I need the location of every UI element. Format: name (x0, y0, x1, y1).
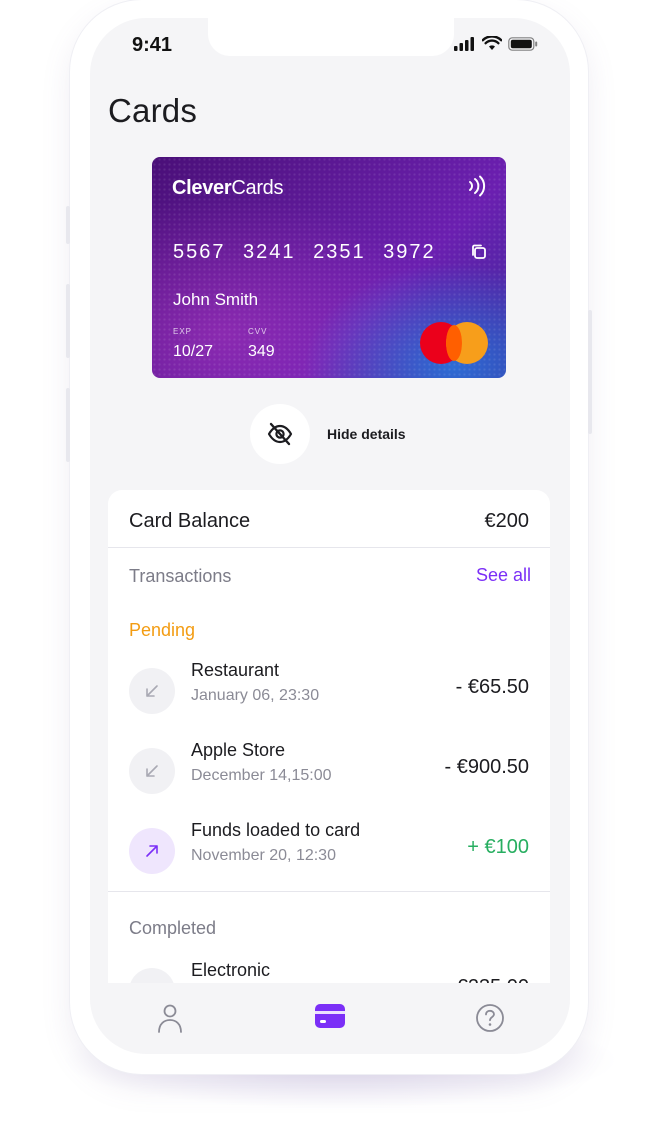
card-balance-label: Card Balance (129, 510, 251, 532)
signal-icon (454, 36, 474, 51)
pending-label: Pending (129, 620, 196, 640)
card-balance-value: €200 (484, 510, 530, 532)
mute-switch (66, 206, 70, 244)
mastercard-logo (420, 322, 488, 364)
exp-label: EXP (173, 327, 193, 336)
arrow-up-right-icon (129, 828, 175, 874)
transaction-date: January 06, 23:30 (191, 687, 320, 704)
card-icon (315, 1004, 345, 1028)
user-icon (158, 1004, 182, 1033)
hide-details-button[interactable] (250, 404, 310, 464)
transaction-title: Apple Store (191, 740, 286, 760)
cvv-value: 349 (248, 343, 275, 360)
notch (208, 18, 454, 56)
balance-divider (108, 547, 550, 548)
exp-value: 10/27 (173, 343, 214, 360)
page-title: Cards (108, 92, 198, 129)
copy-icon[interactable] (470, 243, 488, 261)
volume-up-button (66, 284, 70, 358)
card-brand-regular: Cards (231, 177, 284, 199)
transaction-title: Funds loaded to card (191, 820, 361, 840)
transaction-row[interactable]: Funds loaded to card November 20, 12:30 … (129, 820, 529, 878)
see-all-link[interactable]: See all (476, 565, 531, 586)
card-brand-logo: CleverCards (172, 177, 284, 200)
completed-label: Completed (129, 918, 217, 938)
transaction-title: Restaurant (191, 660, 280, 680)
balance-panel: Card Balance €200 Transactions See all P… (108, 490, 550, 1054)
power-button (588, 310, 592, 434)
transaction-row[interactable]: Apple Store December 14,15:00 - €900.50 (129, 740, 529, 798)
status-time: 9:41 (132, 34, 173, 56)
eye-off-icon (267, 422, 293, 446)
cvv-label: CVV (248, 327, 268, 336)
cardholder-name: John Smith (173, 290, 259, 309)
tab-cards[interactable] (250, 983, 410, 1054)
transaction-title: Electronic (191, 960, 271, 980)
transaction-amount: + €100 (467, 836, 529, 858)
transaction-amount: - €900.50 (444, 756, 529, 778)
card-brand-bold: Clever (172, 177, 232, 199)
phone-screen: 9:41 Cards CleverCards 5567 3241 2351 39… (90, 18, 570, 1054)
transaction-date: November 20, 12:30 (191, 847, 336, 864)
transactions-header: Transactions (129, 566, 232, 586)
card-number: 5567 3241 2351 3972 (173, 241, 436, 263)
transaction-date: December 14,15:00 (191, 767, 332, 784)
tab-bar (90, 983, 570, 1054)
battery-icon (508, 36, 538, 51)
help-icon (476, 1004, 504, 1032)
volume-down-button (66, 388, 70, 462)
hide-details-label[interactable]: Hide details (327, 426, 406, 442)
section-divider (108, 891, 550, 892)
tab-profile[interactable] (90, 983, 250, 1054)
wifi-icon (482, 36, 502, 50)
arrow-down-left-icon (129, 668, 175, 714)
transaction-row[interactable]: Restaurant January 06, 23:30 - €65.50 (129, 660, 529, 718)
credit-card[interactable]: CleverCards 5567 3241 2351 3972 John Smi… (152, 157, 506, 378)
tab-help[interactable] (410, 983, 570, 1054)
arrow-down-left-icon (129, 748, 175, 794)
status-icons (454, 36, 538, 51)
transaction-amount: - €65.50 (455, 676, 529, 698)
contactless-icon (469, 175, 486, 197)
